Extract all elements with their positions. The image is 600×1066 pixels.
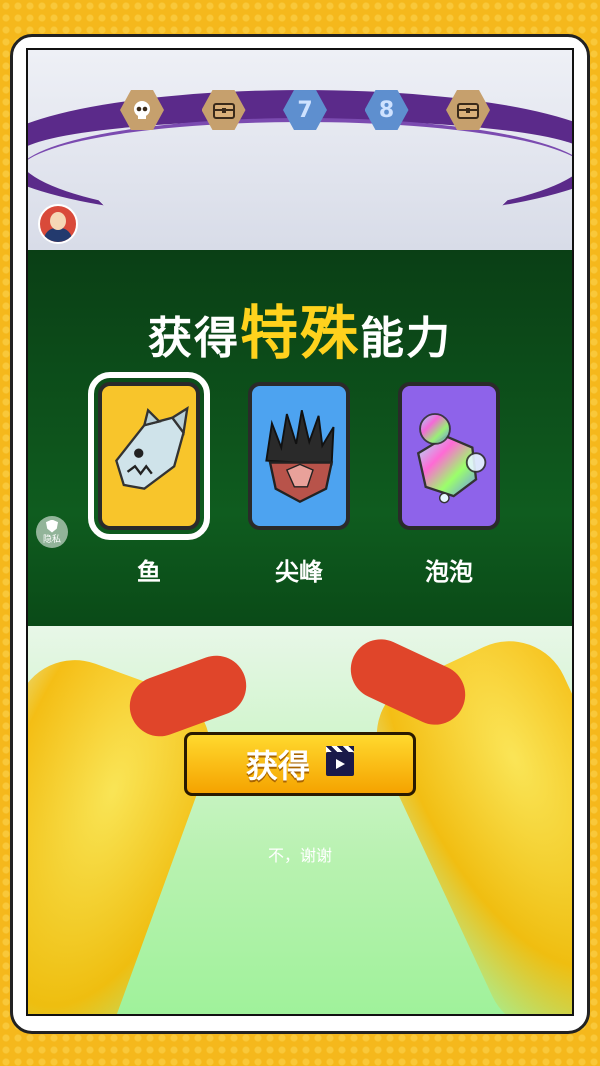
spike-icon	[265, 410, 335, 504]
card-label-spike: 尖峰	[275, 558, 323, 586]
privacy-button[interactable]: 隐私	[36, 516, 68, 548]
player-avatar[interactable]	[38, 204, 78, 244]
card-label-fish: 鱼	[137, 558, 161, 586]
ability-card-spike[interactable]	[248, 382, 350, 530]
skull-icon	[120, 90, 164, 130]
ability-card-fish[interactable]	[88, 372, 210, 540]
level-progress: 7 8	[120, 90, 490, 130]
fish-icon	[115, 406, 189, 490]
decline-link[interactable]: 不，谢谢	[28, 842, 572, 866]
arena-background: 7 8	[28, 50, 572, 250]
level-8: 8	[364, 90, 409, 130]
level-7: 7	[283, 90, 327, 130]
shield-icon	[46, 519, 58, 533]
card-label-bubble: 泡泡	[425, 558, 473, 586]
ability-card-bubble[interactable]	[398, 382, 500, 530]
chest-icon	[446, 90, 490, 130]
game-screen: 7 8 获得特殊能力 鱼 尖峰 泡泡 隐私 获得 不，谢谢	[26, 48, 574, 1016]
bubble-icon	[416, 413, 487, 504]
video-ad-icon	[326, 746, 354, 776]
ability-panel: 获得特殊能力 鱼 尖峰 泡泡	[28, 250, 572, 626]
page-title: 获得特殊能力	[147, 299, 452, 367]
ability-cards: 鱼 尖峰 泡泡	[88, 372, 512, 586]
get-button[interactable]: 获得	[184, 732, 416, 796]
hands-scene: 获得 不，谢谢	[28, 621, 572, 1014]
chest-icon	[201, 90, 246, 130]
